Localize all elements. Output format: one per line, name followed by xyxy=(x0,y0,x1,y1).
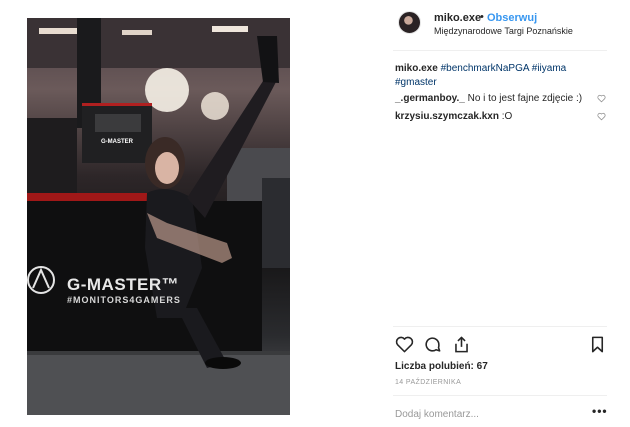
post-caption: miko.exe #benchmarkNaPGA #iiyama #gmaste… xyxy=(395,62,600,90)
post-header: miko.exe • Obserwuj Międzynarodowe Targi… xyxy=(381,9,607,49)
caption-username[interactable]: miko.exe xyxy=(395,63,438,74)
action-bar xyxy=(393,335,607,355)
post-date: 14 PAŹDZIERNIKA xyxy=(395,379,462,386)
photo-scene xyxy=(27,18,290,415)
comment-item: _.germanboy._ No i to jest fajne zdjęcie… xyxy=(395,92,590,106)
comment-username[interactable]: krzysiu.szymczak.kxn xyxy=(395,111,499,122)
post-photo[interactable]: G-MASTER G-MASTER™ #MONITORS4GAMERS xyxy=(27,18,290,415)
header-divider xyxy=(393,50,607,51)
bookmark-icon[interactable] xyxy=(588,335,607,354)
actions-divider xyxy=(393,326,607,327)
comment-text: No i to jest fajne zdjęcie :) xyxy=(467,93,583,104)
comment-icon[interactable] xyxy=(423,335,442,354)
header-username[interactable]: miko.exe xyxy=(434,12,481,24)
hashtag-link[interactable]: #iiyama xyxy=(532,63,566,74)
heart-icon[interactable] xyxy=(395,335,414,354)
more-options-icon[interactable]: ••• xyxy=(592,404,608,418)
comment-input[interactable]: Dodaj komentarz... xyxy=(395,409,479,420)
post-sidebar: miko.exe • Obserwuj Międzynarodowe Targi… xyxy=(381,0,607,427)
booth-sign-text: G-MASTER xyxy=(101,139,133,145)
follow-button[interactable]: Obserwuj xyxy=(487,12,537,24)
comment-username[interactable]: _.germanboy._ xyxy=(395,93,465,104)
small-heart-icon[interactable] xyxy=(597,94,606,103)
comment-divider xyxy=(393,395,607,396)
hashtag-link[interactable]: #gmaster xyxy=(395,77,437,88)
separator-dot: • xyxy=(480,11,484,23)
avatar[interactable] xyxy=(398,11,421,34)
hashtag-link[interactable]: #benchmarkNaPGA xyxy=(441,63,529,74)
likes-count[interactable]: Liczba polubień: 67 xyxy=(395,361,488,372)
comment-text: :O xyxy=(501,111,513,122)
brand-slogan: #MONITORS4GAMERS xyxy=(67,295,181,305)
location-link[interactable]: Międzynarodowe Targi Poznańskie xyxy=(434,26,573,36)
small-heart-icon[interactable] xyxy=(597,112,606,121)
comment-item: krzysiu.szymczak.kxn :O xyxy=(395,110,590,124)
brand-logo-text: G-MASTER™ xyxy=(67,275,180,294)
share-icon[interactable] xyxy=(452,335,471,354)
